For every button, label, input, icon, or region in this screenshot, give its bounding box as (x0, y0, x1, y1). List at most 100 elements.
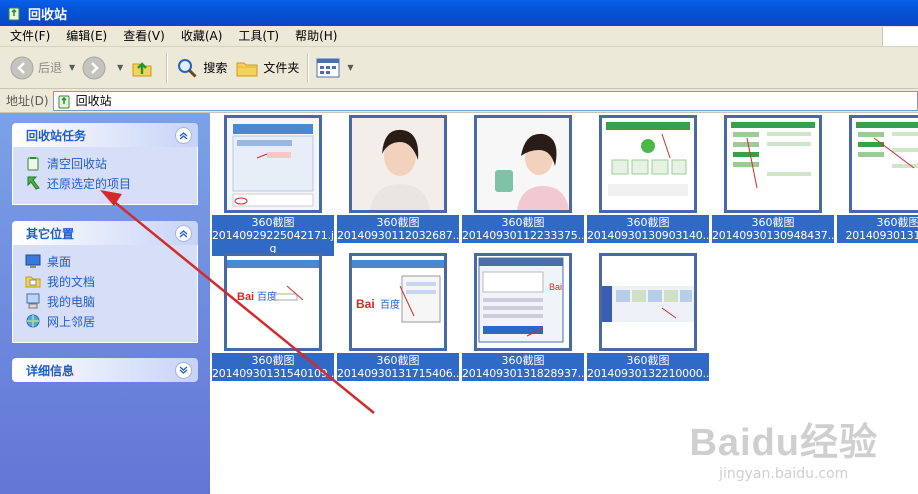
thumbnail (599, 253, 697, 351)
address-value: 回收站 (75, 94, 112, 108)
menu-tools[interactable]: 工具(T) (230, 26, 287, 47)
menu-help[interactable]: 帮助(H) (287, 26, 345, 47)
panel-title: 详细信息 (26, 363, 75, 378)
address-bar: 地址(D) 回收站 (0, 89, 918, 113)
forward-button[interactable] (78, 51, 114, 85)
search-icon (178, 58, 197, 78)
other-places-body: 桌面 我的文档 我的电脑 网上邻居 (12, 245, 198, 343)
thumbnail: Bai 百度 (224, 253, 322, 351)
file-name: 360截图 (501, 354, 545, 367)
file-name: 360截图 (251, 216, 295, 229)
collapse-chevron-icon[interactable] (175, 126, 192, 144)
up-folder-icon (132, 61, 152, 76)
recycle-bin-icon (58, 95, 70, 108)
expand-chevron-icon[interactable] (175, 361, 192, 379)
file-view[interactable]: 360截图 20140929225042171.jp g 360截图 20140… (210, 113, 918, 494)
thumbnail (349, 115, 447, 213)
svg-text:Bai: Bai (237, 291, 254, 303)
place-my-documents[interactable]: 我的文档 (25, 271, 197, 291)
task-pane: 回收站任务 清空回收站 还原选定的项目 其它位置 桌面 我的文档 我的电脑 网上… (0, 113, 210, 494)
views-icon (316, 58, 340, 77)
file-id: 20140930130903140... (587, 229, 709, 242)
up-folder-button[interactable] (126, 51, 162, 85)
svg-text:Bai: Bai (549, 282, 562, 292)
panel-title: 其它位置 (26, 226, 75, 241)
forward-arrow-icon (82, 56, 106, 79)
folders-label: 文件夹 (263, 61, 300, 75)
file-caption: 360截图 20140930130903140... (587, 215, 709, 243)
back-dropdown-icon[interactable]: ▼ (69, 63, 75, 72)
file-name: 360截图 (376, 216, 420, 229)
restore-selected-link[interactable]: 还原选定的项目 (25, 173, 197, 193)
menu-file[interactable]: 文件(F) (2, 26, 58, 47)
thumbnail (724, 115, 822, 213)
menu-favorites[interactable]: 收藏(A) (173, 26, 231, 47)
restore-icon (27, 176, 40, 190)
views-button[interactable]: ▼ (312, 51, 360, 85)
views-dropdown-icon: ▼ (347, 63, 354, 72)
thumbnail (599, 115, 697, 213)
svg-text:百度: 百度 (380, 298, 400, 311)
toolbar-separator (166, 52, 168, 83)
place-my-computer[interactable]: 我的电脑 (25, 291, 197, 311)
thumbnail (474, 115, 572, 213)
thumbnail: Bai 百度 (349, 253, 447, 351)
recycle-tasks-header[interactable]: 回收站任务 (12, 123, 198, 147)
file-name: 360截图 (876, 216, 918, 229)
menu-view[interactable]: 查看(V) (115, 26, 173, 47)
network-places-icon (26, 314, 40, 328)
file-name: 360截图 (626, 354, 670, 367)
menu-bar: 文件(F) 编辑(E) 查看(V) 收藏(A) 工具(T) 帮助(H) (0, 26, 918, 47)
back-arrow-icon (10, 56, 34, 79)
folders-button[interactable]: 文件夹 (231, 51, 303, 85)
recycle-tasks-panel: 回收站任务 清空回收站 还原选定的项目 (12, 123, 198, 205)
forward-dropdown-icon[interactable]: ▼ (117, 63, 123, 72)
address-label: 地址(D) (6, 94, 49, 108)
thumbnail (849, 115, 918, 213)
file-name: 360截图 (376, 354, 420, 367)
file-caption: 360截图 20140929225042171.jp g (212, 215, 334, 256)
other-places-header[interactable]: 其它位置 (12, 221, 198, 245)
file-id: 20140930131540109... (212, 367, 334, 380)
details-header[interactable]: 详细信息 (12, 358, 198, 382)
my-documents-icon (25, 276, 41, 288)
file-id: 20140930131715406... (337, 367, 459, 380)
svg-text:百度: 百度 (257, 290, 277, 303)
file-caption: 360截图 20140930112032687... (337, 215, 459, 243)
recycle-bin-icon (6, 5, 22, 21)
watermark-logo: Baidu经验 (689, 422, 878, 464)
desktop-icon (25, 254, 41, 268)
back-button[interactable]: 后退 (6, 51, 66, 85)
empty-recycle-bin-link[interactable]: 清空回收站 (25, 153, 197, 173)
thumbnail (224, 115, 322, 213)
empty-bin-icon (27, 157, 39, 171)
back-label: 后退 (38, 61, 63, 75)
file-id: 20140929225042171.jp (212, 229, 334, 242)
file-caption: 360截图 20140930112233375... (462, 215, 584, 243)
details-panel: 详细信息 (12, 358, 198, 382)
file-caption: 360截图 20140930131828937... (462, 353, 584, 381)
search-label: 搜索 (203, 61, 228, 75)
file-id: 20140930132210000... (587, 367, 709, 380)
toolbar: 后退 ▼ ▼ 搜索 文件夹 ▼ (0, 47, 918, 89)
file-name: 360截图 (626, 216, 670, 229)
file-caption: 360截图 20140930130948437... (712, 215, 834, 243)
svg-text:Bai: Bai (356, 297, 375, 311)
collapse-chevron-icon[interactable] (175, 224, 192, 242)
thumbnail: Bai (474, 253, 572, 351)
file-caption: 360截图 20140930131051... (837, 215, 918, 243)
title-bar: 回收站 (0, 0, 918, 26)
file-caption: 360截图 20140930131540109... (212, 353, 334, 381)
file-name: 360截图 (751, 216, 795, 229)
file-id: 20140930131051... (845, 229, 918, 242)
address-input[interactable]: 回收站 (52, 90, 918, 111)
place-network[interactable]: 网上邻居 (25, 311, 197, 331)
toolbar-separator (307, 52, 309, 83)
search-button[interactable]: 搜索 (171, 51, 231, 85)
place-desktop[interactable]: 桌面 (25, 251, 197, 271)
file-id: 20140930131828937... (462, 367, 584, 380)
menu-edit[interactable]: 编辑(E) (58, 26, 115, 47)
recycle-tasks-body: 清空回收站 还原选定的项目 (12, 147, 198, 205)
file-name: 360截图 (501, 216, 545, 229)
file-caption: 360截图 20140930132210000... (587, 353, 709, 381)
